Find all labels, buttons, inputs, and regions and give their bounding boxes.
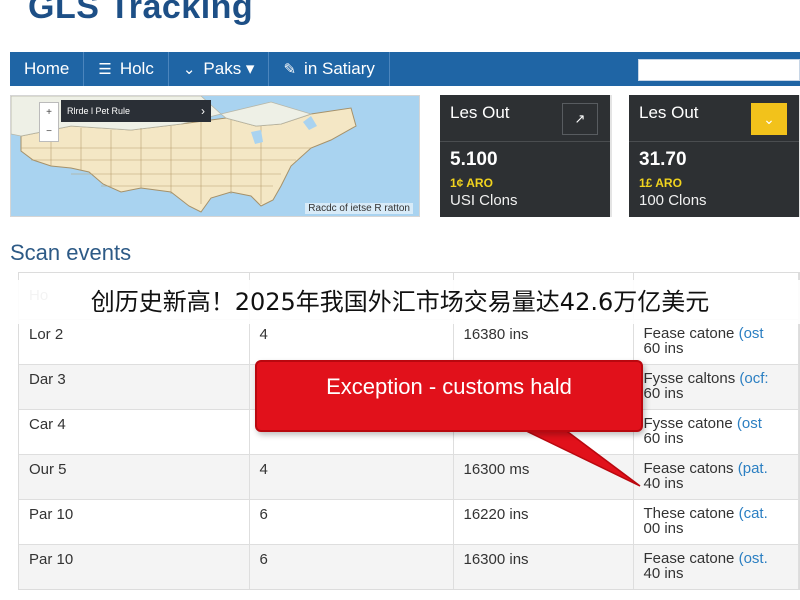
map-legend-popup[interactable]: Rlrde l Pet Rule › bbox=[61, 100, 211, 122]
location-line: Fease catone (ost. bbox=[644, 551, 789, 566]
location-line: Fease catone (ost bbox=[644, 326, 789, 341]
search-input[interactable] bbox=[638, 59, 800, 81]
app-title: GLS Tracking bbox=[28, 0, 254, 26]
card-heading: Les Out bbox=[450, 103, 510, 122]
table-row[interactable]: Our 5 4 16300 ms Fease catons (pat. 40 ins bbox=[19, 454, 799, 500]
location-link[interactable]: (ost. bbox=[739, 550, 768, 567]
arrow-icon[interactable]: ↗ bbox=[562, 103, 598, 135]
summary-card-1: Les Out ↗ 5.100 1¢ ARO USI Clons bbox=[440, 95, 612, 217]
event-code-cell: Dar 3 bbox=[19, 364, 250, 410]
event-location-cell: Fease catons (pat. 40 ins bbox=[633, 454, 799, 500]
event-count-cell: 6 bbox=[249, 499, 454, 545]
table-row[interactable]: Par 10 6 16300 ins Fease catone (ost. 40 ins bbox=[19, 544, 799, 589]
duration-text: 00 ins bbox=[643, 519, 684, 537]
card-heading: Les Out bbox=[639, 103, 699, 122]
location-link[interactable]: (ost bbox=[737, 415, 762, 432]
duration-text: 60 ins bbox=[643, 429, 684, 447]
location-text: These catone bbox=[643, 504, 735, 522]
location-line: Fysse catone (ost bbox=[644, 416, 789, 431]
event-location-cell: Fysse catone (ost 60 ins bbox=[633, 409, 799, 455]
chevron-down-icon[interactable]: ⌄ bbox=[751, 103, 787, 135]
location-link[interactable]: (ocf: bbox=[739, 370, 768, 387]
table-row[interactable]: Lor 2 4 16380 ins Fease catone (ost 60 ins bbox=[19, 319, 799, 365]
location-link[interactable]: (ost bbox=[739, 325, 764, 342]
duration-text: 60 ins bbox=[643, 339, 684, 357]
event-code-cell: Par 10 bbox=[19, 499, 250, 545]
nav-paks-dropdown[interactable]: ⌄ Paks ▾ bbox=[169, 52, 270, 86]
event-count-cell: 6 bbox=[249, 544, 454, 589]
event-count-cell: 4 bbox=[249, 319, 454, 365]
card-value: 5.100 bbox=[450, 149, 498, 170]
table-row[interactable]: Par 10 6 16220 ins These catone (cat. 00 ins bbox=[19, 499, 799, 545]
location-line: Fease catons (pat. bbox=[644, 461, 789, 476]
location-text: Fease catons bbox=[643, 459, 734, 477]
overlay-caption: 创历史新高！2025年我国外汇市场交易量达42.6万亿美元 bbox=[0, 280, 800, 324]
event-time-cell: 16300 ms bbox=[453, 454, 634, 500]
nav-holc[interactable]: ☰ Holc bbox=[84, 52, 169, 86]
nav-satiary-label: in Satiary bbox=[304, 59, 375, 78]
card-footer: 100 Clons bbox=[639, 192, 707, 209]
scan-events-title: Scan events bbox=[10, 240, 132, 265]
duration-text: 40 ins bbox=[643, 564, 684, 582]
card-value: 31.70 bbox=[639, 149, 687, 170]
top-navbar: Home ☰ Holc ⌄ Paks ▾ ✎ in Satiary bbox=[10, 52, 800, 86]
event-code-cell: Lor 2 bbox=[19, 319, 250, 365]
location-text: Fysse caltons bbox=[643, 369, 736, 387]
pen-icon: ✎ bbox=[283, 61, 297, 78]
event-time-cell: 16300 ins bbox=[453, 544, 634, 589]
event-location-cell: Fease catone (ost. 40 ins bbox=[633, 544, 799, 589]
location-line: Fysse caltons (ocf: bbox=[644, 371, 789, 386]
nav-home[interactable]: Home bbox=[10, 52, 85, 86]
event-location-cell: Fysse caltons (ocf: 60 ins bbox=[633, 364, 799, 410]
card-subvalue: 1¢ ARO bbox=[450, 176, 493, 190]
zoom-out-icon[interactable]: − bbox=[46, 126, 52, 137]
event-code-cell: Par 10 bbox=[19, 544, 250, 589]
card-footer: USI Clons bbox=[450, 192, 518, 209]
map-legend-text: Rlrde l Pet Rule bbox=[67, 106, 131, 116]
nav-satiary[interactable]: ✎ in Satiary bbox=[269, 52, 390, 86]
list-icon: ☰ bbox=[98, 61, 112, 78]
event-location-cell: Fease catone (ost 60 ins bbox=[633, 319, 799, 365]
duration-text: 60 ins bbox=[643, 384, 684, 402]
duration-text: 40 ins bbox=[643, 474, 684, 492]
tracking-map[interactable]: + − Rlrde l Pet Rule › Racdc of ietse R … bbox=[10, 95, 420, 217]
event-code-cell: Our 5 bbox=[19, 454, 250, 500]
location-line: These catone (cat. bbox=[644, 506, 789, 521]
location-link[interactable]: (cat. bbox=[739, 505, 768, 522]
card-divider bbox=[440, 141, 610, 142]
location-text: Fysse catone bbox=[643, 414, 733, 432]
event-code-cell: Car 4 bbox=[19, 409, 250, 455]
location-text: Fease catone bbox=[643, 549, 735, 567]
location-link[interactable]: (pat. bbox=[738, 460, 768, 477]
map-caption: Racdc of ietse R ratton bbox=[305, 203, 413, 214]
chevron-right-icon[interactable]: › bbox=[201, 104, 205, 118]
nav-paks-label: Paks ▾ bbox=[203, 59, 255, 78]
event-time-cell: 16220 ins bbox=[453, 499, 634, 545]
location-text: Fease catone bbox=[643, 324, 735, 342]
chevron-down-icon: ⌄ bbox=[182, 61, 196, 78]
map-zoom-control[interactable]: + − bbox=[39, 102, 59, 142]
card-divider bbox=[629, 141, 799, 142]
nav-home-label: Home bbox=[24, 59, 70, 78]
card-subvalue: 1£ ARO bbox=[639, 176, 682, 190]
zoom-in-icon[interactable]: + bbox=[46, 107, 52, 118]
summary-card-2: Les Out ⌄ 31.70 1£ ARO 100 Clons bbox=[629, 95, 800, 217]
event-count-cell: 4 bbox=[249, 454, 454, 500]
nav-holc-label: Holc bbox=[119, 59, 154, 78]
event-time-cell: 16380 ins bbox=[453, 319, 634, 365]
exception-callout: Exception - customs hald bbox=[255, 360, 643, 432]
event-location-cell: These catone (cat. 00 ins bbox=[633, 499, 799, 545]
